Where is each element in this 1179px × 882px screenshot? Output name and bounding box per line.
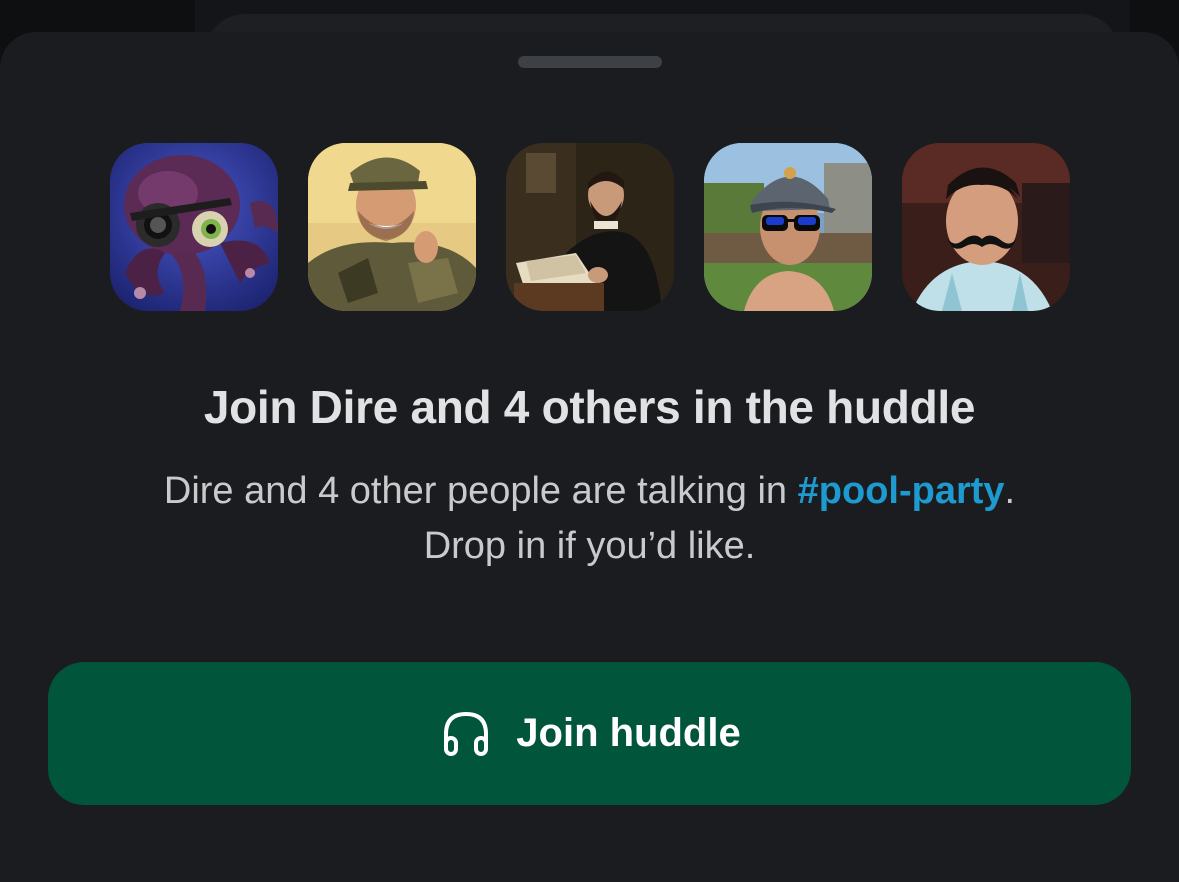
huddle-description: Dire and 4 other people are talking in #…: [60, 464, 1119, 574]
huddle-title: Join Dire and 4 others in the huddle: [203, 381, 976, 433]
huddle-bottom-sheet: Join Dire and 4 others in the huddle Dir…: [0, 32, 1179, 882]
participant-avatars: [110, 143, 1070, 311]
description-text-line2: Drop in if you’d like.: [423, 525, 756, 567]
description-punctuation: .: [1004, 470, 1016, 512]
man-camo-hat-avatar: [308, 143, 476, 311]
man-sunglasses-avatar: [704, 143, 872, 311]
headphones-icon: [438, 706, 494, 762]
octopus-avatar: [110, 143, 278, 311]
join-huddle-label: Join huddle: [516, 711, 741, 755]
description-text: Dire and 4 other people are talking in: [163, 470, 798, 512]
man-mustache-avatar: [902, 143, 1070, 311]
sheet-drag-handle[interactable]: [518, 56, 662, 68]
channel-link[interactable]: #pool-party: [798, 470, 1005, 512]
join-huddle-button[interactable]: Join huddle: [48, 662, 1131, 805]
portrait-painting-avatar: [506, 143, 674, 311]
